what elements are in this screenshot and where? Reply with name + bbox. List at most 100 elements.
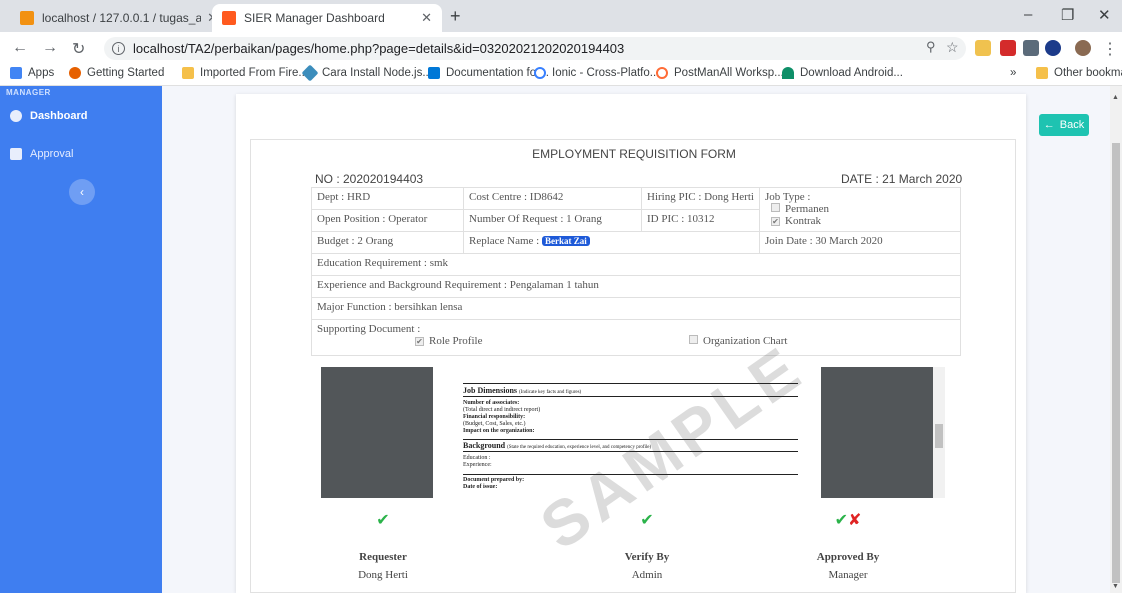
bookmark-label: Apps xyxy=(28,67,55,79)
bookmark-item[interactable]: Documentation for... xyxy=(428,67,549,79)
menu-icon[interactable]: ⋮ xyxy=(1102,39,1118,59)
doc-heading: Job Dimensions (Indicate key facts and f… xyxy=(463,386,581,395)
bookmarks-bar: Apps Getting Started Imported From Fire.… xyxy=(0,64,1122,86)
app-icon xyxy=(222,11,236,25)
pdf-scrollbar[interactable] xyxy=(933,367,945,498)
check-icon: ✔ xyxy=(376,510,390,529)
requisition-table: Dept : HRD Cost Centre : ID8642 Hiring P… xyxy=(311,187,961,356)
address-bar-row: ← → ↻ i localhost/TA2/perbaikan/pages/ho… xyxy=(0,32,1122,64)
signature-verify: ✔ Verify By Admin xyxy=(567,510,727,581)
signature-section: ✔ Requester Dong Herti ✔ Verify By Admin… xyxy=(251,510,1017,593)
check-icon: ✔ xyxy=(834,510,848,529)
vscode-icon xyxy=(428,67,440,79)
bookmark-apps[interactable]: Apps xyxy=(10,67,54,79)
scroll-thumb[interactable] xyxy=(1112,143,1120,583)
android-icon xyxy=(782,67,794,79)
major-function-cell: Major Function : bersihkan lensa xyxy=(311,297,961,320)
apps-icon xyxy=(10,67,22,79)
bookmark-item[interactable]: PostManAll Worksp... xyxy=(656,67,784,79)
job-type-label: Job Type : xyxy=(765,191,811,203)
signature-name: Manager xyxy=(828,569,868,581)
new-tab-icon[interactable]: + xyxy=(450,6,461,27)
bookmark-item[interactable]: Getting Started xyxy=(69,67,164,79)
phpmyadmin-icon xyxy=(20,11,34,25)
cross-icon: ✘ xyxy=(848,510,862,529)
info-icon[interactable]: i xyxy=(112,42,125,55)
ionic-icon xyxy=(534,67,546,79)
extension-icon[interactable] xyxy=(975,40,991,56)
bookmark-overflow[interactable]: » xyxy=(1010,67,1016,79)
forward-arrow-icon[interactable]: → xyxy=(42,39,58,57)
option-label: Role Profile xyxy=(429,335,483,347)
role-profile-option: ✔ Role Profile xyxy=(415,335,482,347)
form-date: DATE : 21 March 2020 xyxy=(841,172,963,186)
open-position-cell: Open Position : Operator xyxy=(311,209,464,232)
education-cell: Education Requirement : smk xyxy=(311,253,961,276)
tab-sier-dashboard[interactable]: SIER Manager Dashboard ✕ xyxy=(212,4,442,32)
url-field[interactable]: i localhost/TA2/perbaikan/pages/home.php… xyxy=(104,37,966,60)
document-icon xyxy=(10,148,22,160)
check-icon: ✔ xyxy=(640,510,654,529)
sidebar-item-dashboard[interactable]: Dashboard xyxy=(10,110,87,122)
doc-line: Experience: xyxy=(463,462,492,468)
sidebar-item-label: Dashboard xyxy=(30,110,88,122)
firefox-icon xyxy=(69,67,81,79)
join-date-cell: Join Date : 30 March 2020 xyxy=(759,231,961,254)
job-type-option: Kontrak xyxy=(785,215,822,227)
page-scrollbar[interactable]: ▲ ▼ xyxy=(1110,86,1122,593)
page-title: EMPLOYMENT REQUISITION FORM xyxy=(532,147,736,161)
doc-line: Number of associates: xyxy=(463,400,520,406)
reload-icon[interactable]: ↻ xyxy=(72,39,85,59)
signature-name: Admin xyxy=(631,569,663,581)
extension-icon[interactable] xyxy=(1000,40,1016,56)
bookmark-item[interactable]: Download Android... xyxy=(782,67,903,79)
signature-requester: ✔ Requester Dong Herti xyxy=(303,510,463,581)
scroll-down-icon[interactable]: ▼ xyxy=(1112,583,1119,590)
signature-role: Approved By xyxy=(816,551,880,563)
dashboard-icon xyxy=(10,110,22,122)
tab-phpmyadmin[interactable]: localhost / 127.0.0.1 / tugas_akhi ✕ xyxy=(10,4,228,32)
minimize-icon[interactable]: – xyxy=(1024,6,1032,23)
extension-icon[interactable] xyxy=(1045,40,1061,56)
checkbox-unchecked xyxy=(771,203,780,212)
scroll-thumb[interactable] xyxy=(935,424,943,448)
close-icon[interactable]: ✕ xyxy=(421,10,432,26)
experience-cell: Experience and Background Requirement : … xyxy=(311,275,961,298)
close-window-icon[interactable]: ✕ xyxy=(1098,6,1111,24)
star-icon[interactable]: ☆ xyxy=(946,39,959,56)
zoom-icon[interactable]: ⚲ xyxy=(926,39,936,55)
job-type-cell: Job Type : Permanen ✔ Kontrak xyxy=(759,187,961,232)
back-arrow-icon[interactable]: ← xyxy=(12,39,28,57)
folder-icon xyxy=(1036,67,1048,79)
replace-name-cell: Replace Name : Berkat Zai xyxy=(463,231,760,254)
back-button[interactable]: ← Back xyxy=(1039,114,1089,136)
bookmark-label: Download Android... xyxy=(800,67,903,79)
extension-icon[interactable] xyxy=(1023,40,1039,56)
signature-role: Requester xyxy=(359,551,407,563)
scroll-up-icon[interactable]: ▲ xyxy=(1112,94,1119,101)
sidebar: MANAGER Dashboard Approval ‹ xyxy=(0,86,162,593)
sidebar-toggle-button[interactable]: ‹ xyxy=(69,179,95,205)
bookmark-label: PostManAll Worksp... xyxy=(674,67,784,79)
browser-tab-bar: localhost / 127.0.0.1 / tugas_akhi ✕ SIE… xyxy=(0,0,1122,32)
doc-line: Document prepared by: xyxy=(463,477,525,483)
postman-icon xyxy=(656,67,668,79)
restore-icon[interactable]: ❐ xyxy=(1061,6,1074,24)
arrow-left-icon: ← xyxy=(1043,119,1055,131)
doc-heading-text: Job Dimensions xyxy=(463,386,518,395)
bookmark-other[interactable]: Other bookmarks xyxy=(1036,67,1122,79)
job-type-option: Permanen xyxy=(785,203,829,215)
signature-role: Verify By xyxy=(624,551,670,563)
sidebar-item-approval[interactable]: Approval xyxy=(10,148,73,160)
checkbox-unchecked xyxy=(689,335,698,344)
bookmark-item[interactable]: Imported From Fire... xyxy=(182,67,308,79)
doc-line: (Budget, Cost, Sales, etc.) xyxy=(463,421,526,427)
bookmark-item[interactable]: Ionic - Cross-Platfo... xyxy=(534,67,659,79)
requisition-form: EMPLOYMENT REQUISITION FORM NO : 2020201… xyxy=(250,139,1016,593)
back-label: Back xyxy=(1059,119,1085,131)
bookmark-item[interactable]: Cara Install Node.js... xyxy=(301,64,432,82)
overflow-icon: » xyxy=(1010,67,1017,79)
bookmark-label: Cara Install Node.js... xyxy=(322,67,432,79)
dept-cell: Dept : HRD xyxy=(311,187,464,210)
avatar[interactable] xyxy=(1075,40,1091,56)
